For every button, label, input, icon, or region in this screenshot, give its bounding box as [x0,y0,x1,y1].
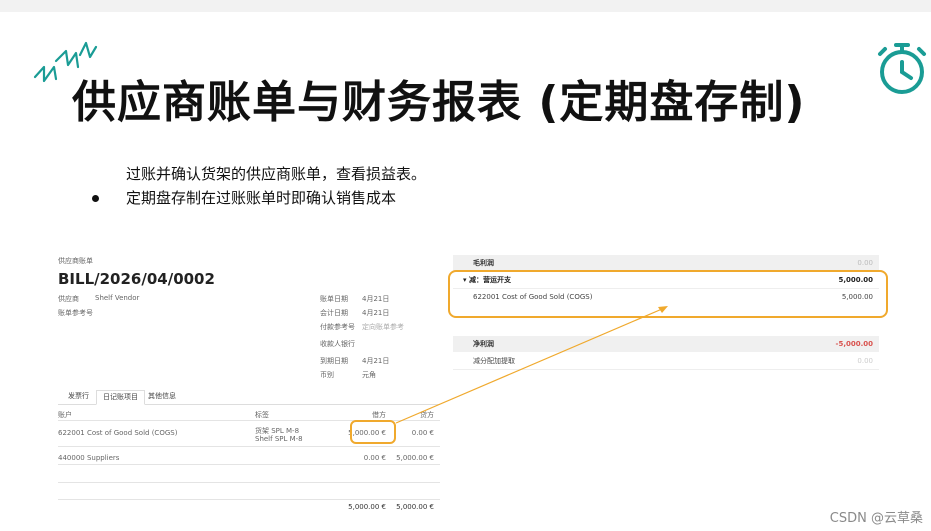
connector-arrow [395,306,668,424]
watermark: CSDN @云草桑 [829,511,923,526]
slide: 供应商账单与财务报表 (定期盘存制) 过账并确认货架的供应商账单，查看损益表。 … [0,12,931,531]
